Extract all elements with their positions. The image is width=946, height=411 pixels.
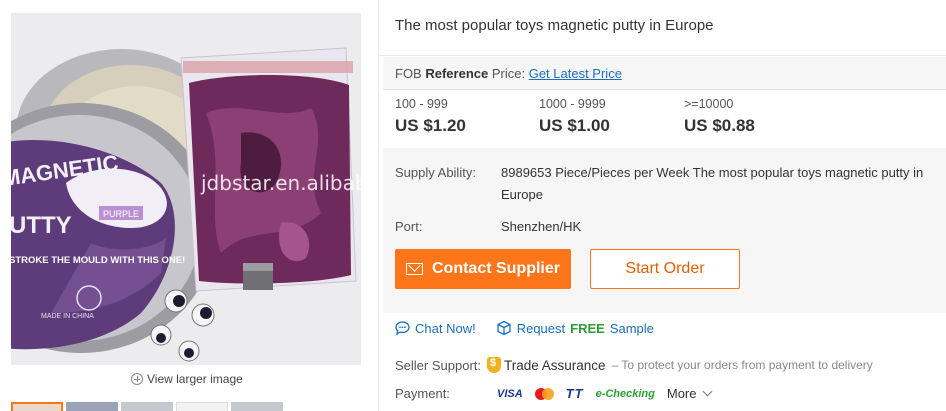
- product-title: The most popular toys magnetic putty in …: [395, 17, 714, 34]
- payment-row: Payment: VISA TT e-Checking More: [395, 386, 712, 401]
- contact-supplier-label: Contact Supplier: [431, 260, 560, 277]
- title-divider: [379, 55, 946, 56]
- price-box: FOB Reference Price: Get Latest Price 10…: [383, 57, 946, 313]
- view-larger-label: View larger image: [147, 372, 243, 386]
- contact-supplier-button[interactable]: Contact Supplier: [395, 249, 571, 289]
- fob-reference: Reference: [425, 66, 489, 81]
- price-tier-2: 1000 - 9999 US $1.00: [539, 97, 610, 136]
- main-product-image[interactable]: MAGNETIC PUTTY PURPLE STROKE THE MOULD W…: [11, 13, 361, 365]
- tier-quantity: 1000 - 9999: [539, 97, 606, 111]
- port-value: Shenzhen/HK: [501, 219, 582, 234]
- e-checking-icon: e-Checking: [595, 387, 655, 400]
- tt-icon: TT: [565, 386, 584, 401]
- thumbnail-5[interactable]: [231, 402, 283, 411]
- sample-label: Sample: [609, 320, 654, 336]
- more-label: More: [666, 386, 697, 401]
- thumbnail-strip: [11, 402, 311, 411]
- more-payment-button[interactable]: More: [666, 386, 712, 401]
- tier-quantity: 100 - 999: [395, 97, 448, 111]
- payment-label: Payment:: [395, 386, 450, 401]
- tin-made-in: MADE IN CHINA: [41, 313, 94, 320]
- trade-assurance-icon: [487, 357, 501, 373]
- zoom-in-icon: [131, 373, 143, 385]
- start-order-button[interactable]: Start Order: [590, 249, 740, 289]
- free-label: FREE: [570, 320, 605, 336]
- trade-assurance-description: – To protect your orders from payment to…: [611, 358, 873, 372]
- price-tier-1: 100 - 999 US $1.20: [395, 97, 466, 136]
- price-tiers: 100 - 999 US $1.20 1000 - 9999 US $1.00 …: [383, 90, 946, 148]
- action-links: Chat Now! Request FREE Sample: [395, 320, 654, 336]
- package-icon: [497, 320, 511, 336]
- thumbnail-2[interactable]: [66, 402, 118, 411]
- thumbnail-3[interactable]: [121, 402, 173, 411]
- tier-price: US $1.20: [395, 116, 466, 135]
- seller-support-label: Seller Support:: [395, 357, 481, 373]
- mastercard-icon: [534, 387, 554, 400]
- chat-now-label: Chat Now!: [415, 320, 476, 336]
- tin-tagline: STROKE THE MOULD WITH THIS ONE!: [11, 255, 185, 266]
- visa-icon: VISA: [497, 387, 523, 400]
- fob-suffix: Price:: [491, 66, 526, 81]
- watermark-text: jdbstar.en.alibaba.com: [200, 171, 361, 195]
- trade-assurance-link[interactable]: Trade Assurance: [504, 358, 606, 373]
- start-order-label: Start Order: [625, 260, 705, 277]
- seller-support-row: Seller Support: Trade Assurance – To pro…: [395, 357, 873, 373]
- tier-price: US $0.88: [684, 116, 755, 135]
- chat-icon: [395, 321, 410, 335]
- supply-ability-value: 8989653 Piece/Pieces per Week The most p…: [501, 165, 924, 202]
- thumbnail-1[interactable]: [11, 402, 63, 411]
- fob-prefix: FOB: [395, 66, 422, 81]
- supply-ability-label: Supply Ability:: [395, 165, 476, 180]
- chevron-down-icon: [702, 386, 712, 397]
- fob-price-row: FOB Reference Price: Get Latest Price: [395, 66, 622, 81]
- request-label: Request: [516, 320, 566, 336]
- request-sample-link[interactable]: Request FREE Sample: [496, 320, 654, 336]
- get-latest-price-link[interactable]: Get Latest Price: [529, 66, 622, 81]
- tin-tag: PURPLE: [103, 209, 139, 219]
- product-photo: MAGNETIC PUTTY PURPLE STROKE THE MOULD W…: [11, 13, 361, 365]
- product-gallery: MAGNETIC PUTTY PURPLE STROKE THE MOULD W…: [0, 0, 378, 411]
- tier-price: US $1.00: [539, 116, 610, 135]
- price-tier-3: >=10000 US $0.88: [684, 97, 755, 136]
- tier-quantity: >=10000: [684, 97, 734, 111]
- tin-brand-2: PUTTY: [11, 212, 72, 239]
- mail-icon: [405, 263, 423, 275]
- view-larger-link[interactable]: View larger image: [131, 372, 243, 386]
- chat-now-link[interactable]: Chat Now!: [395, 320, 476, 336]
- port-label: Port:: [395, 219, 423, 234]
- thumbnail-4[interactable]: [176, 402, 228, 411]
- product-info-panel: The most popular toys magnetic putty in …: [379, 0, 946, 411]
